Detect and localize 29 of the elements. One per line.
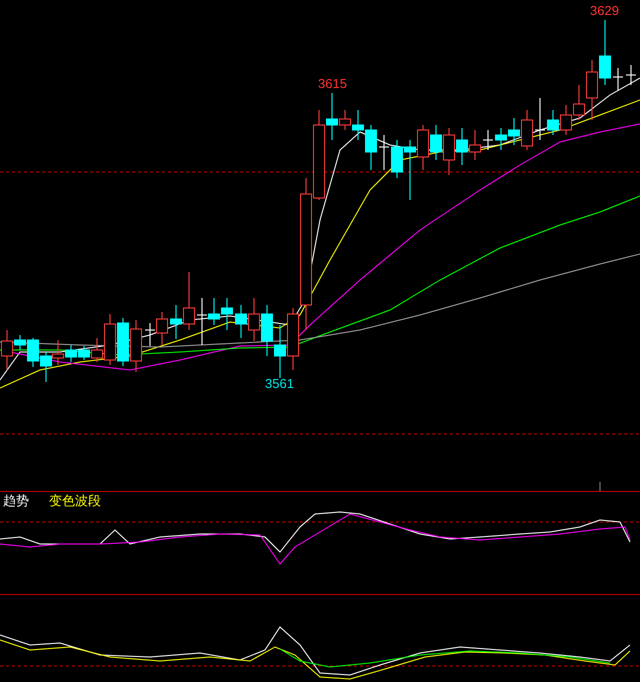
candlestick xyxy=(626,64,636,86)
candlestick xyxy=(144,322,156,346)
price-label: 3615 xyxy=(318,77,347,90)
indicator-label: 趋势 xyxy=(3,494,29,507)
candlestick xyxy=(482,130,494,150)
candlestick xyxy=(221,298,233,330)
candlestick xyxy=(560,104,572,136)
candlestick xyxy=(40,352,52,382)
candlestick xyxy=(117,318,129,366)
candlestick xyxy=(248,298,260,342)
candlestick xyxy=(495,128,507,150)
candlestick xyxy=(599,20,611,86)
candlestick xyxy=(235,304,247,338)
candlestick xyxy=(534,98,546,140)
candlestick xyxy=(156,312,168,346)
price-label: 3629 xyxy=(590,4,619,17)
candlestick xyxy=(430,124,442,160)
candlestick xyxy=(443,128,455,176)
price-label: 3561 xyxy=(265,377,294,390)
candlestick xyxy=(456,128,468,166)
candlestick xyxy=(469,130,481,160)
candlestick xyxy=(378,134,390,170)
indicator-label: 变色波段 xyxy=(49,494,101,507)
candlestick xyxy=(274,324,286,378)
candlestick xyxy=(417,124,429,170)
candlestick xyxy=(261,304,273,356)
candlestick xyxy=(612,68,624,90)
candlestick xyxy=(547,110,559,136)
candlestick xyxy=(130,320,142,372)
